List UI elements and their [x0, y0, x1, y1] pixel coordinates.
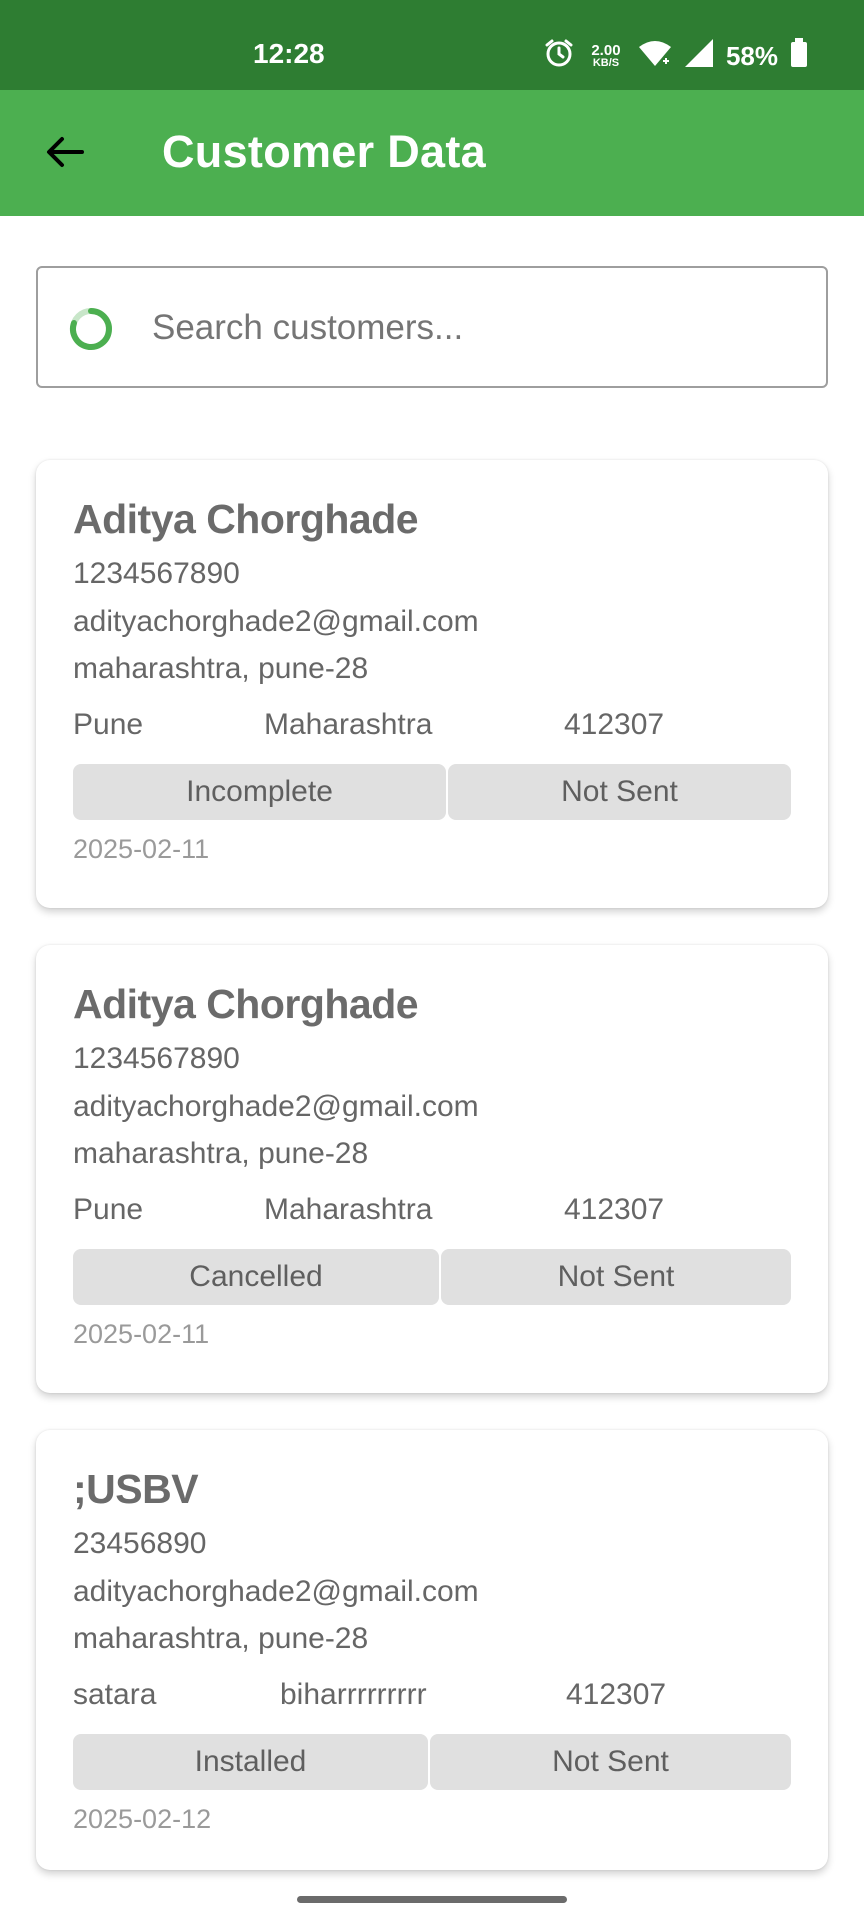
customer-card[interactable]: Aditya Chorghade 1234567890 adityachorgh…	[36, 460, 828, 908]
customer-email: adityachorghade2@gmail.com	[73, 1575, 479, 1608]
status-badge: Installed	[73, 1734, 428, 1790]
customer-state: Maharashtra	[264, 1193, 433, 1226]
customer-phone: 23456890	[73, 1527, 207, 1560]
battery-percent: 58%	[725, 41, 778, 71]
customer-name: Aditya Chorghade	[73, 981, 419, 1027]
loading-spinner-icon	[69, 308, 112, 350]
customer-city: Pune	[73, 708, 144, 741]
sent-status-badge: Not Sent	[441, 1249, 791, 1305]
home-indicator[interactable]	[297, 1896, 567, 1903]
customer-pincode: 412307	[564, 1193, 665, 1226]
customer-card[interactable]: Aditya Chorghade 1234567890 adityachorgh…	[36, 945, 828, 1393]
customer-address: maharashtra, pune-28	[73, 1622, 369, 1655]
search-input[interactable]	[152, 292, 792, 364]
alarm-icon	[544, 38, 574, 75]
arrow-left-icon	[47, 137, 84, 167]
wifi-icon	[638, 39, 672, 74]
search-box[interactable]	[36, 266, 828, 388]
page-title: Customer Data	[162, 126, 486, 177]
status-icons: 2.00 KB/S 58%	[544, 38, 808, 75]
signal-icon	[684, 38, 714, 75]
status-badge: Incomplete	[73, 764, 446, 820]
customer-address: maharashtra, pune-28	[73, 1137, 369, 1170]
sent-status-badge: Not Sent	[448, 764, 791, 820]
status-badge: Cancelled	[73, 1249, 439, 1305]
customer-card[interactable]: ;USBV 23456890 adityachorghade2@gmail.co…	[36, 1430, 828, 1870]
customer-name: ;USBV	[73, 1466, 199, 1512]
customer-email: adityachorghade2@gmail.com	[73, 605, 479, 638]
back-button[interactable]	[36, 124, 92, 180]
customer-name: Aditya Chorghade	[73, 496, 419, 542]
customer-date: 2025-02-12	[73, 1804, 212, 1834]
network-speed: 2.00 KB/S	[586, 41, 626, 70]
customer-city: satara	[73, 1678, 157, 1711]
network-speed-value: 2.00	[591, 41, 621, 59]
customer-pincode: 412307	[564, 708, 665, 741]
customer-state: biharrrrrrrrr	[280, 1678, 427, 1711]
customer-address: maharashtra, pune-28	[73, 652, 369, 685]
customer-pincode: 412307	[566, 1678, 667, 1711]
customer-phone: 1234567890	[73, 1042, 240, 1075]
battery-icon	[790, 38, 808, 75]
customer-city: Pune	[73, 1193, 144, 1226]
customer-phone: 1234567890	[73, 557, 240, 590]
customer-date: 2025-02-11	[73, 1319, 210, 1349]
customer-date: 2025-02-11	[73, 834, 210, 864]
status-bar: 12:28 2.00 KB/S 58%	[0, 0, 864, 90]
sent-status-badge: Not Sent	[430, 1734, 791, 1790]
customer-state: Maharashtra	[264, 708, 433, 741]
customer-email: adityachorghade2@gmail.com	[73, 1090, 479, 1123]
status-time: 12:28	[253, 38, 325, 69]
app-bar: Customer Data	[0, 90, 864, 216]
